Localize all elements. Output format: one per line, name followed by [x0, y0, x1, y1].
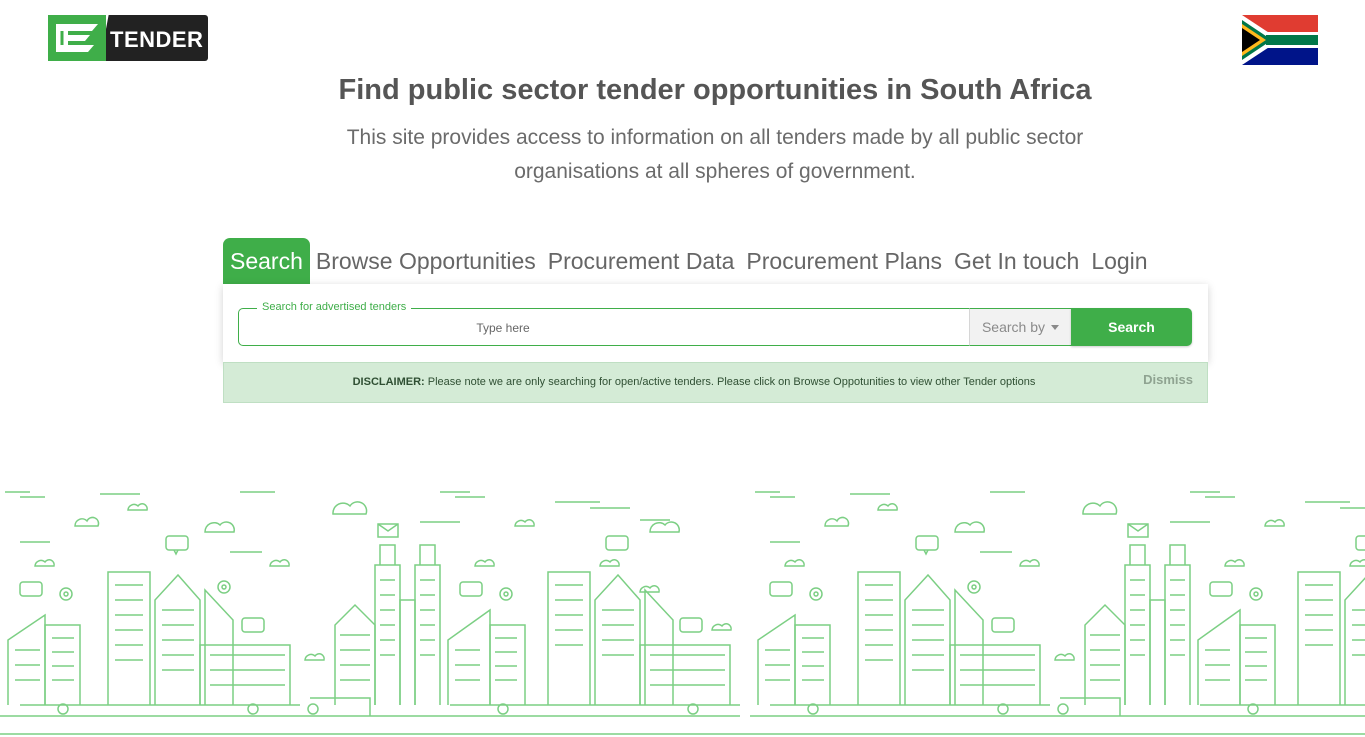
search-button[interactable]: Search — [1071, 308, 1192, 346]
tab-search[interactable]: Search — [223, 238, 310, 284]
disclaimer-message: Please note we are only searching for op… — [424, 376, 1036, 388]
tab-procurement-data[interactable]: Procurement Data — [542, 238, 741, 284]
city-skyline-illustration-icon — [0, 491, 1365, 735]
tab-get-in-touch[interactable]: Get In touch — [948, 238, 1085, 284]
south-africa-flag-icon — [1242, 15, 1318, 65]
e-letter-icon — [56, 24, 98, 52]
caret-down-icon — [1051, 324, 1060, 330]
tab-procurement-plans[interactable]: Procurement Plans — [740, 238, 948, 284]
disclaimer-label: DISCLAIMER: — [352, 376, 425, 388]
search-input[interactable] — [241, 310, 765, 346]
main-tabs: Search Browse Opportunities Procurement … — [223, 238, 1154, 284]
tab-login[interactable]: Login — [1085, 238, 1153, 284]
page-title: Find public sector tender opportunities … — [338, 74, 1092, 106]
etender-logo[interactable]: TENDER — [48, 15, 208, 61]
tab-browse-opportunities[interactable]: Browse Opportunities — [310, 238, 542, 284]
disclaimer-text: DISCLAIMER: Please note we are only sear… — [224, 376, 1164, 388]
page-subtitle: This site provides access to information… — [346, 126, 1084, 183]
search-panel: Search for advertised tenders Search by … — [223, 284, 1208, 362]
disclaimer-banner: DISCLAIMER: Please note we are only sear… — [223, 362, 1208, 403]
dismiss-button[interactable]: Dismiss — [1143, 372, 1193, 387]
search-by-label: Search by — [981, 319, 1046, 335]
search-by-dropdown[interactable]: Search by — [969, 308, 1071, 346]
logo-text: TENDER — [110, 27, 204, 52]
